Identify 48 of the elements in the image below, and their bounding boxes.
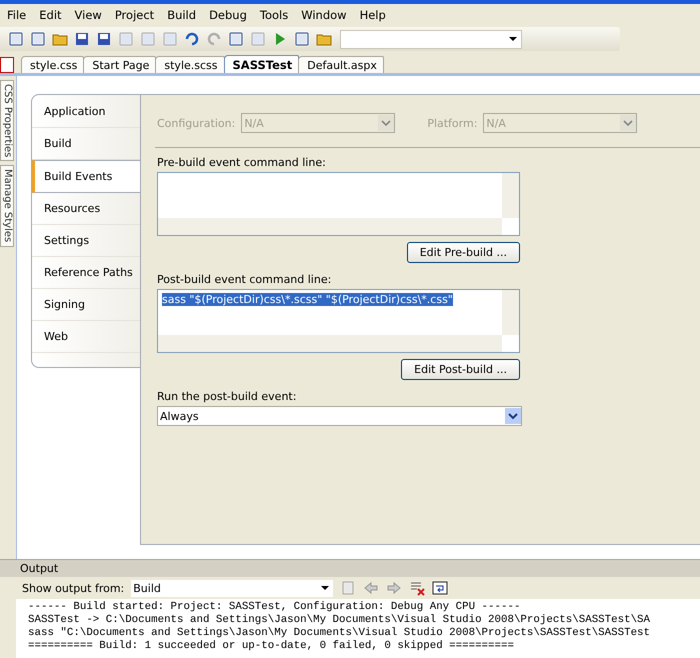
output-source-dropdown[interactable]: Build <box>131 580 334 596</box>
word-wrap-icon[interactable] <box>432 580 448 596</box>
save-all-icon[interactable] <box>96 31 112 47</box>
edit-post-build-button[interactable]: Edit Post-build ... <box>401 359 520 380</box>
document-tab[interactable]: SASSTest <box>224 55 300 73</box>
field-label: Run the post-build event: <box>157 390 298 403</box>
field-label: Show output from: <box>22 582 124 594</box>
save-icon[interactable] <box>74 31 90 47</box>
menu-item[interactable]: Help <box>354 8 394 22</box>
menu-item[interactable]: Build <box>162 8 204 22</box>
horizontal-scrollbar[interactable] <box>158 218 502 235</box>
document-tab[interactable]: Default.aspx <box>298 56 384 73</box>
menu-item[interactable]: Tools <box>254 8 296 22</box>
document-tab[interactable]: Start Page <box>83 56 156 73</box>
field-label: Platform: <box>427 116 478 130</box>
document-tab[interactable]: style.scss <box>155 56 225 73</box>
vertical-scrollbar[interactable] <box>502 173 519 218</box>
field-label: Configuration: <box>157 116 236 130</box>
output-line: sass "C:\Documents and Settings\Jason\My Documents\Visual Studio 2008\Projects\SASSTest\SASSTest <box>28 627 652 640</box>
side-tab[interactable]: Manage Styles <box>0 165 14 247</box>
panel-title: Output <box>0 560 700 577</box>
menu-item[interactable]: File <box>2 8 34 22</box>
vertical-scrollbar[interactable] <box>502 290 519 335</box>
back-arrow-icon[interactable] <box>363 580 380 596</box>
side-tab[interactable]: CSS Properties <box>0 80 14 162</box>
horizontal-scrollbar[interactable] <box>158 335 502 352</box>
output-line: ========== Build: 1 succeeded or up-to-date, 0 failed, 0 skipped ========== <box>28 640 515 653</box>
nav-tab[interactable]: Build Events <box>32 160 140 193</box>
command-text: sass "$(ProjectDir)css\*.scss" "$(ProjectDir)css\*.css" <box>162 293 453 306</box>
menu-item[interactable]: Edit <box>34 8 70 22</box>
run-event-dropdown[interactable]: Always <box>157 406 522 426</box>
text-area[interactable]: sass "$(ProjectDir)css\*.scss" "$(ProjectDir)css\*.css" <box>157 289 520 353</box>
text-area[interactable] <box>157 172 520 236</box>
menu-item[interactable]: Debug <box>204 8 255 22</box>
forward-arrow-icon[interactable] <box>386 580 402 596</box>
field-label: Pre-build event command line: <box>157 156 327 169</box>
output-line: ------ Build started: Project: SASSTest, Configuration: Debug Any CPU ------ <box>28 601 522 614</box>
document-tab[interactable]: style.css <box>21 56 84 73</box>
menu-item[interactable]: Project <box>110 8 162 22</box>
menu-item[interactable]: Window <box>296 8 355 22</box>
output-line: SASSTest -> C:\Documents and Settings\Jason\My Documents\Visual Studio 2008\Projects\SASSTest\SA <box>28 614 652 627</box>
redo-icon[interactable] <box>206 31 222 47</box>
clear-icon[interactable] <box>409 580 426 596</box>
toolbar-combo[interactable] <box>340 30 522 48</box>
menu-item[interactable]: View <box>70 8 110 22</box>
undo-icon[interactable] <box>184 31 200 47</box>
edit-pre-build-button[interactable]: Edit Pre-build ... <box>406 242 520 263</box>
field-label: Post-build event command line: <box>157 273 332 286</box>
